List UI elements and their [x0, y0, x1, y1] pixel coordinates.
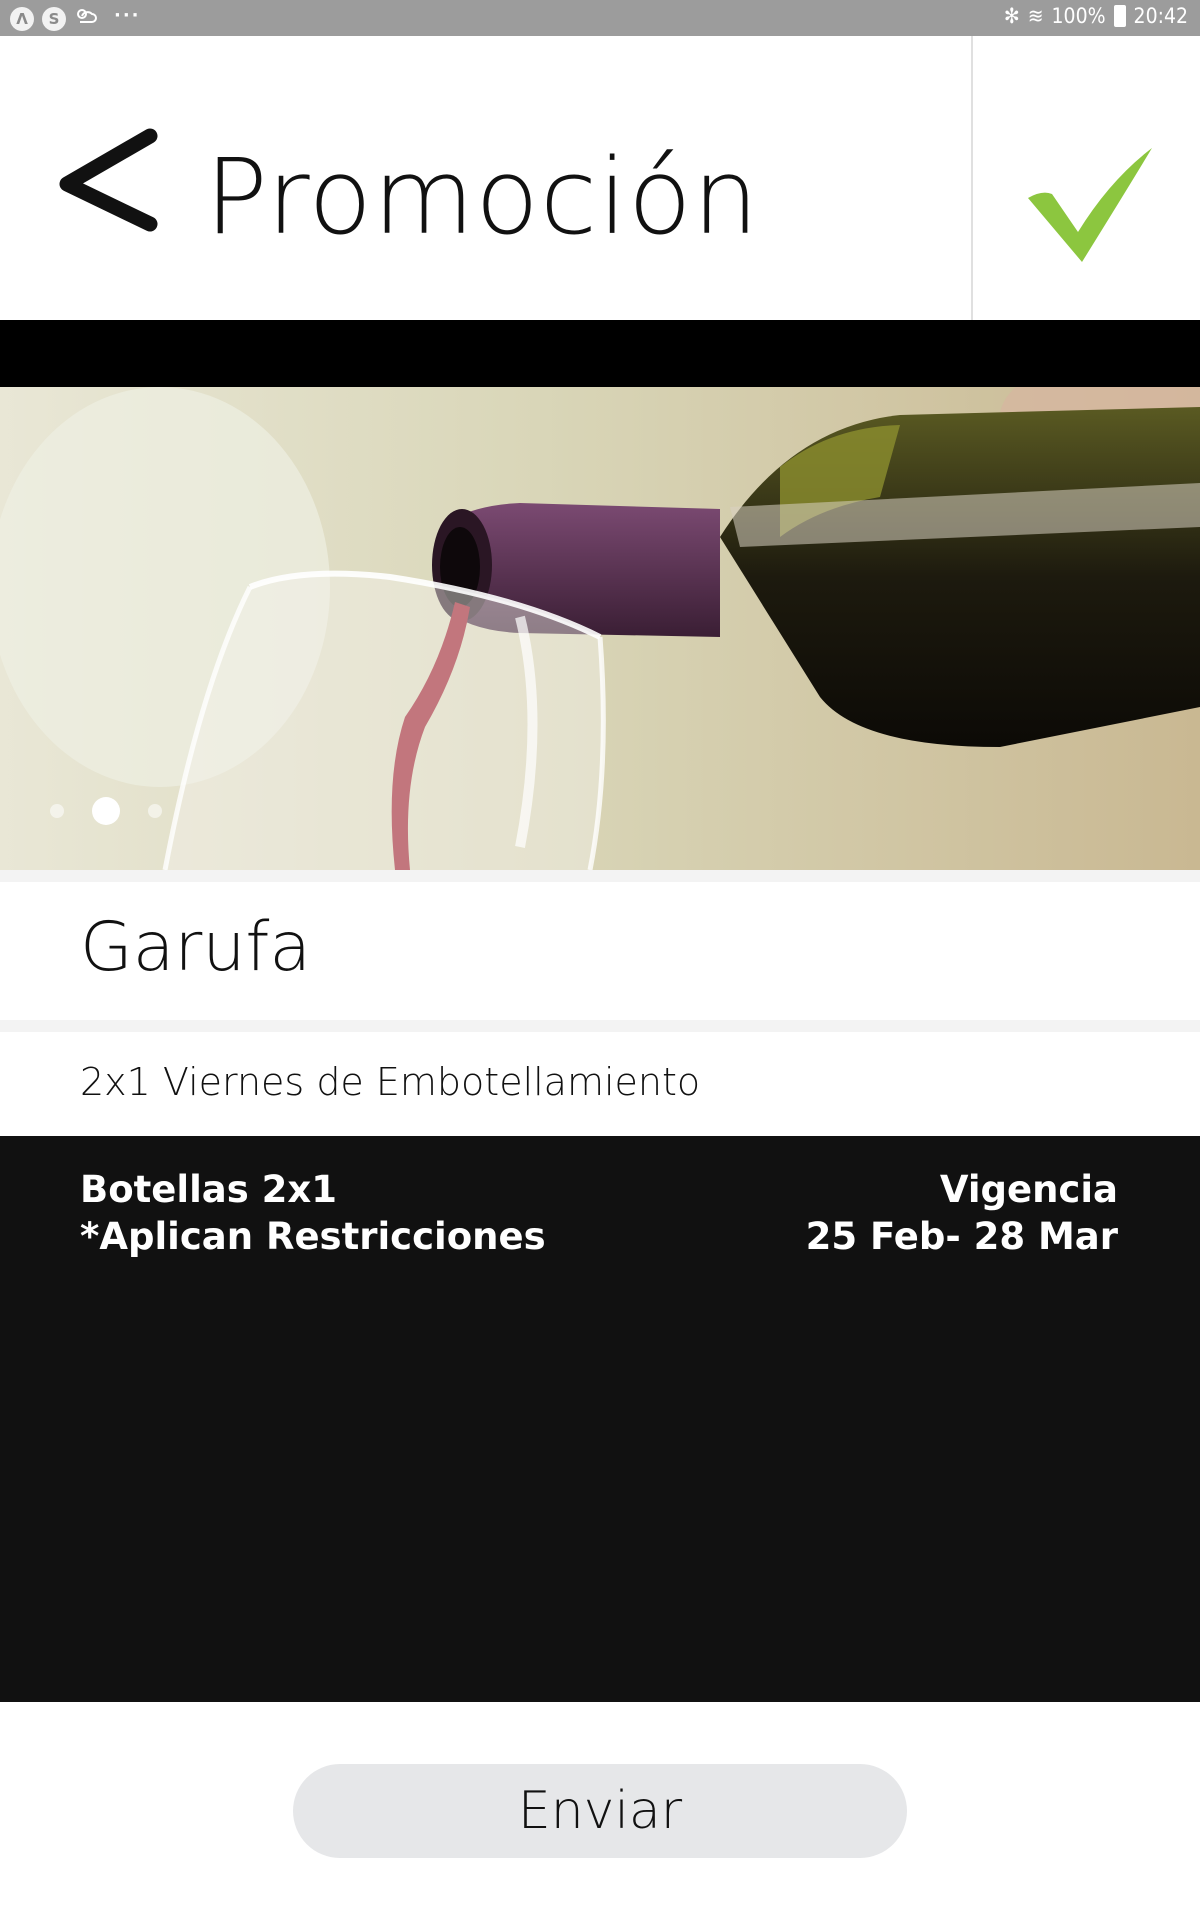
promo-subtitle: 2x1 Viernes de Embotellamiento	[80, 1060, 701, 1104]
page-title: Promoción	[205, 136, 760, 258]
status-right-icons: ✻ ≋ 100% 20:42	[1004, 4, 1188, 28]
battery-percent: 100%	[1051, 4, 1106, 28]
weather-icon	[74, 6, 98, 31]
promo-details-panel: Botellas 2x1 *Aplican Restricciones Vige…	[0, 1136, 1200, 1702]
app-header: Promoción	[0, 36, 1200, 320]
header-divider	[971, 36, 973, 320]
pager-dot[interactable]	[148, 804, 162, 818]
promo-offer: Botellas 2x1	[80, 1168, 337, 1211]
chevron-left-icon	[59, 128, 158, 232]
promo-details: Botellas 2x1 *Aplican Restricciones	[80, 1166, 546, 1260]
battery-icon	[1113, 5, 1126, 27]
promo-image-carousel[interactable]	[0, 387, 1200, 870]
separator	[0, 1020, 1200, 1032]
separator	[0, 870, 1200, 882]
wine-pouring-photo	[0, 387, 1200, 870]
bluetooth-icon: ✻	[1003, 4, 1020, 28]
validity-dates: 25 Feb- 28 Mar	[805, 1215, 1118, 1258]
promo-validity: Vigencia 25 Feb- 28 Mar	[806, 1166, 1118, 1260]
confirm-button[interactable]	[1020, 128, 1160, 268]
skype-icon: S	[42, 6, 66, 31]
checkmark-icon	[1028, 148, 1152, 262]
venue-name: Garufa	[80, 908, 312, 987]
clock: 20:42	[1133, 4, 1188, 28]
status-left-icons: Λ S ···	[10, 5, 141, 31]
send-button[interactable]: Enviar	[293, 1764, 907, 1858]
overflow-indicator: ···	[114, 5, 141, 26]
pager-dot-active[interactable]	[92, 797, 120, 825]
validity-label: Vigencia	[939, 1168, 1118, 1211]
promo-restrictions: *Aplican Restricciones	[80, 1215, 546, 1258]
image-top-band	[0, 320, 1200, 387]
pager-dot[interactable]	[50, 804, 64, 818]
wifi-icon: ≋	[1027, 4, 1044, 28]
status-bar: Λ S ··· ✻ ≋ 100% 20:42	[0, 0, 1200, 36]
accessibility-icon: Λ	[10, 6, 34, 31]
back-button[interactable]	[55, 124, 165, 264]
carousel-pager	[50, 797, 162, 825]
